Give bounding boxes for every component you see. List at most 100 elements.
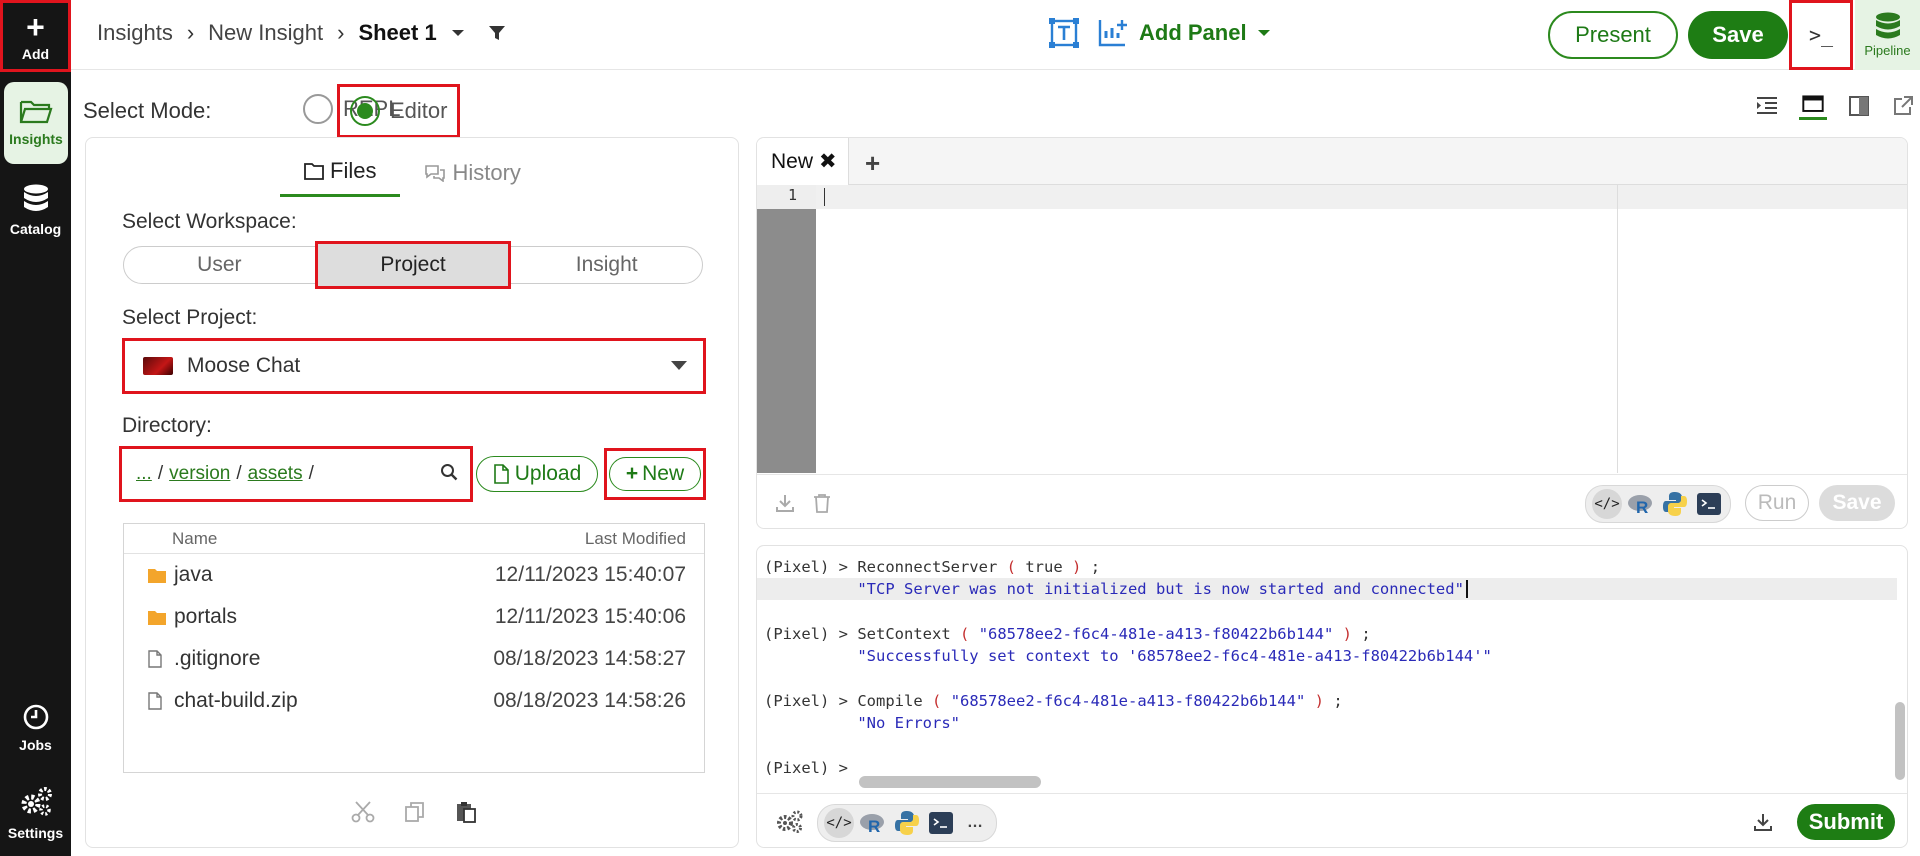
pipeline-button[interactable]: Pipeline <box>1855 0 1920 70</box>
text-box-icon[interactable] <box>1049 18 1079 48</box>
file-name: .gitignore <box>174 647 261 670</box>
download-icon[interactable] <box>775 493 795 513</box>
workspace-user[interactable]: User <box>124 247 315 283</box>
column-name[interactable]: Name <box>172 529 585 549</box>
project-select[interactable]: Moose Chat <box>122 338 706 394</box>
rail-item-insights[interactable]: Insights <box>4 82 68 164</box>
rail-item-settings[interactable]: Settings <box>0 786 71 841</box>
workspace-label: Select Workspace: <box>122 210 297 233</box>
settings-label: Settings <box>7 825 64 841</box>
database-icon <box>1875 12 1900 39</box>
chart-add-icon <box>1098 20 1127 47</box>
select-mode-label: Select Mode: <box>83 98 212 123</box>
gears-icon[interactable] <box>775 810 803 834</box>
shell-icon[interactable] <box>1694 489 1724 519</box>
path-segment-version[interactable]: version <box>169 463 230 485</box>
file-name: chat-build.zip <box>174 689 298 712</box>
file-icon <box>148 650 168 668</box>
clipboard-toolbar <box>351 801 479 823</box>
left-rail: + Add Insights Catalog Jobs Settings <box>0 0 71 856</box>
trash-icon[interactable] <box>813 493 831 513</box>
path-segment-assets[interactable]: assets <box>248 463 303 485</box>
path-separator: / <box>236 463 242 484</box>
file-table: Name Last Modified java 12/11/2023 15:40… <box>123 523 705 773</box>
add-tab-button[interactable]: + <box>865 148 880 179</box>
editor-save-button[interactable]: Save <box>1819 485 1895 521</box>
catalog-label: Catalog <box>9 221 62 237</box>
close-tab-icon[interactable]: ✖ <box>819 149 837 174</box>
file-row[interactable]: java 12/11/2023 15:40:07 <box>124 554 704 596</box>
code-input-area[interactable] <box>816 185 1907 209</box>
paste-icon[interactable] <box>455 801 479 823</box>
folder-icon <box>304 163 324 180</box>
python-icon[interactable] <box>892 808 922 838</box>
file-icon <box>493 464 509 484</box>
more-icon[interactable]: … <box>960 808 990 838</box>
shell-icon[interactable] <box>926 808 956 838</box>
sheet-name[interactable]: Sheet 1 <box>358 20 436 46</box>
add-button[interactable]: + Add <box>0 0 71 72</box>
console-footer: </> R … Submit <box>757 793 1907 847</box>
external-link-icon[interactable] <box>1891 94 1915 118</box>
file-row[interactable]: .gitignore 08/18/2023 14:58:27 <box>124 638 704 680</box>
rail-item-catalog[interactable]: Catalog <box>0 180 71 237</box>
column-last-modified[interactable]: Last Modified <box>585 529 686 549</box>
indent-icon[interactable] <box>1755 94 1779 118</box>
panel-maximize-icon[interactable] <box>1799 94 1827 120</box>
vertical-scrollbar[interactable] <box>1895 702 1905 780</box>
plus-icon: + <box>26 9 45 45</box>
path-segment-root[interactable]: ... <box>136 463 152 485</box>
project-thumbnail <box>143 357 173 375</box>
file-row[interactable]: portals 12/11/2023 15:40:06 <box>124 596 704 638</box>
path-separator: / <box>157 463 164 484</box>
tab-files[interactable]: Files <box>280 158 401 197</box>
rail-item-jobs[interactable]: Jobs <box>0 704 71 753</box>
file-row[interactable]: chat-build.zip 08/18/2023 14:58:26 <box>124 680 704 722</box>
print-margin <box>1617 185 1618 473</box>
terminal-button[interactable]: >_ <box>1789 0 1853 70</box>
horizontal-scrollbar[interactable] <box>859 776 1041 788</box>
mode-radio-editor[interactable]: Editor <box>337 84 461 138</box>
console-result-line: "Successfully set context to '68578ee2-f… <box>857 647 1492 665</box>
caret-down-icon <box>671 361 687 370</box>
tab-history[interactable]: History <box>400 158 544 197</box>
workspace-selector: User Project Insight <box>123 241 703 289</box>
search-icon[interactable] <box>440 463 458 481</box>
present-button[interactable]: Present <box>1548 11 1678 59</box>
submit-button[interactable]: Submit <box>1797 804 1895 840</box>
file-modified: 08/18/2023 14:58:27 <box>493 647 686 670</box>
caret-down-icon <box>1257 30 1270 36</box>
filter-icon[interactable] <box>487 23 507 43</box>
add-label: Add <box>21 46 50 62</box>
copy-icon[interactable] <box>403 801 427 823</box>
add-panel-button[interactable]: Add Panel <box>1097 18 1271 48</box>
r-lang-icon[interactable]: R <box>1626 489 1656 519</box>
workspace-insight[interactable]: Insight <box>511 247 702 283</box>
chevron-right-icon: › <box>337 20 345 45</box>
save-button[interactable]: Save <box>1688 11 1788 59</box>
upload-button[interactable]: Upload <box>476 456 598 492</box>
file-table-header: Name Last Modified <box>124 524 704 554</box>
files-panel: Files History Select Workspace: User Pro… <box>85 137 739 848</box>
pipeline-label: Pipeline <box>1864 43 1911 58</box>
console-command-line: (Pixel) > Compile ( "68578ee2-f6c4-481e-… <box>764 692 1343 710</box>
panel-split-icon[interactable] <box>1847 94 1871 118</box>
gears-icon <box>21 787 52 816</box>
crumb-insights[interactable]: Insights <box>97 20 173 46</box>
directory-path-input[interactable]: ... / version / assets / <box>119 446 473 502</box>
editor-tab[interactable]: New ✖ <box>757 138 849 185</box>
top-bar: Insights › New Insight › Sheet 1 Add Pan… <box>71 0 1920 70</box>
crumb-new-insight[interactable]: New Insight <box>208 20 323 46</box>
r-lang-icon[interactable]: R <box>858 808 888 838</box>
python-icon[interactable] <box>1660 489 1690 519</box>
caret-down-icon[interactable] <box>451 28 465 38</box>
file-modified: 08/18/2023 14:58:26 <box>493 689 686 712</box>
project-label: Select Project: <box>122 306 258 329</box>
code-icon[interactable]: </> <box>1592 489 1622 519</box>
workspace-project[interactable]: Project <box>314 241 512 289</box>
download-icon[interactable] <box>1753 812 1773 832</box>
code-icon[interactable]: </> <box>824 808 854 838</box>
run-button[interactable]: Run <box>1745 485 1809 521</box>
scissors-icon[interactable] <box>351 801 375 823</box>
new-file-button[interactable]: + New <box>604 448 706 500</box>
